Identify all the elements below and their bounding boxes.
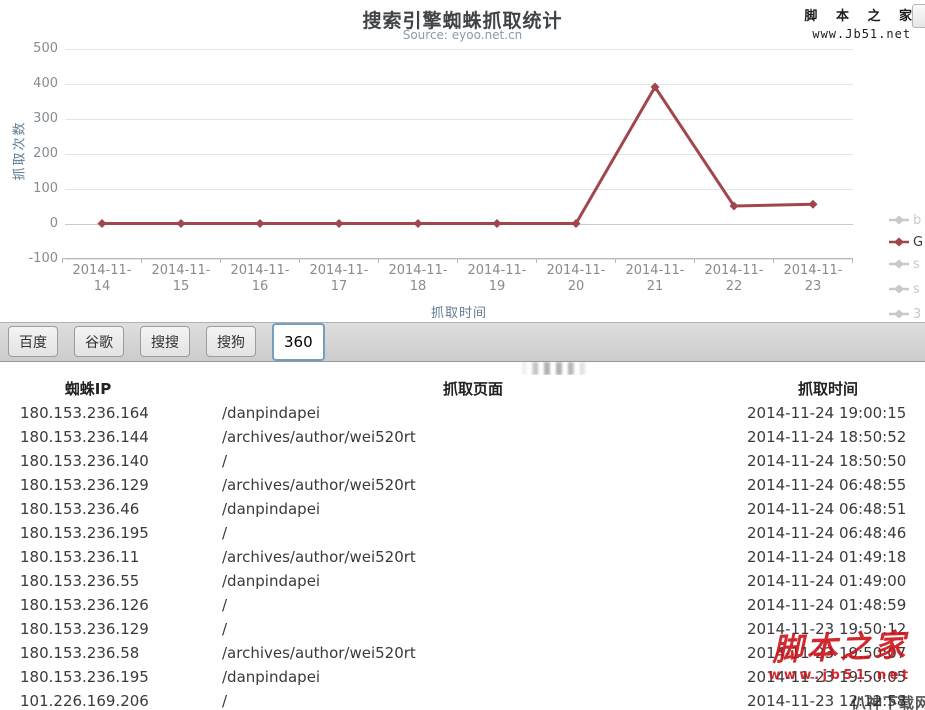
page-cell: /danpindapei (222, 572, 320, 590)
tab-百度[interactable]: 百度 (8, 326, 58, 357)
data-point-marker (256, 219, 265, 228)
legend-label: G (913, 235, 923, 250)
time-cell: 2014-11-24 18:50:50 (747, 452, 906, 470)
legend-label: s (913, 282, 920, 297)
spider-ip-cell: 180.153.236.140 (20, 452, 149, 470)
page-cell: / (222, 692, 227, 710)
column-header-page: 抓取页面 (443, 378, 503, 399)
time-cell: 2014-11-24 01:49:00 (747, 572, 906, 590)
spider-ip-cell: 180.153.236.129 (20, 620, 149, 638)
artifact-smudge (520, 362, 590, 375)
time-cell: 2014-11-23 19:50:07 (747, 644, 906, 662)
legend-label: 3 (913, 307, 921, 322)
spider-crawl-chart: 搜索引擎蜘蛛抓取统计 Source: eyoo.net.cn 抓取次数 5004… (0, 0, 925, 318)
spider-ip-cell: 101.226.169.206 (20, 692, 149, 710)
legend-marker-icon (888, 283, 910, 295)
legend-label: b (913, 213, 921, 228)
tab-360[interactable]: 360 (272, 323, 325, 361)
spider-ip-cell: 180.153.236.129 (20, 476, 149, 494)
tab-谷歌[interactable]: 谷歌 (74, 326, 124, 357)
spider-ip-cell: 180.153.236.195 (20, 524, 149, 542)
data-point-marker (335, 219, 344, 228)
tab-搜搜[interactable]: 搜搜 (140, 326, 190, 357)
page-cell: /danpindapei (222, 668, 320, 686)
page-cell: / (222, 620, 227, 638)
legend-item-G[interactable]: G (888, 234, 923, 250)
time-cell: 2014-11-24 19:00:15 (747, 404, 906, 422)
watermark-top-title: 脚 本 之 家 (804, 5, 919, 24)
page-cell: /archives/author/wei520rt (222, 428, 416, 446)
legend-item-s[interactable]: s (888, 281, 920, 297)
table-row: 180.153.236.126 / 2014-11-24 01:48:59 (0, 594, 925, 618)
page-cell: / (222, 524, 227, 542)
table-row: 180.153.236.129/archives/author/wei520rt… (0, 474, 925, 498)
crawl-log-table: 蜘蛛IP 抓取页面 抓取时间 180.153.236.164/danpindap… (0, 362, 925, 710)
table-row: 180.153.236.140 / 2014-11-24 18:50:50 (0, 450, 925, 474)
page-cell: /archives/author/wei520rt (222, 644, 416, 662)
table-row: 180.153.236.11/archives/author/wei520rt 2… (0, 546, 925, 570)
page-cell: /archives/author/wei520rt (222, 476, 416, 494)
time-cell: 2014-11-24 06:48:46 (747, 524, 906, 542)
spider-ip-cell: 180.153.236.46 (20, 500, 139, 518)
page-cell: /danpindapei (222, 500, 320, 518)
table-row: 180.153.236.129 / 2014-11-23 19:50:12 (0, 618, 925, 642)
legend-marker-icon (888, 258, 910, 270)
data-point-marker (98, 219, 107, 228)
table-row: 180.153.236.46/danpindapei 2014-11-24 06:… (0, 498, 925, 522)
watermark-top-url: www.Jb51.net (804, 27, 919, 41)
legend-marker-icon (888, 236, 910, 248)
page-cell: / (222, 452, 227, 470)
spider-ip-cell: 180.153.236.164 (20, 404, 149, 422)
page-cell: / (222, 596, 227, 614)
table-row: 180.153.236.55/danpindapei 2014-11-24 01:… (0, 570, 925, 594)
series-line-360 (102, 87, 813, 224)
time-cell: 2014-11-24 01:49:18 (747, 548, 906, 566)
page-cell: /danpindapei (222, 404, 320, 422)
spider-ip-cell: 180.153.236.126 (20, 596, 149, 614)
legend-item-3[interactable]: 3 (888, 306, 921, 322)
time-cell: 2014-11-24 06:48:51 (747, 500, 906, 518)
legend-marker-icon (888, 308, 910, 320)
spider-ip-cell: 180.153.236.55 (20, 572, 139, 590)
data-point-marker (493, 219, 502, 228)
data-point-marker (414, 219, 423, 228)
page-cell: /archives/author/wei520rt (222, 548, 416, 566)
table-row: 180.153.236.164/danpindapei 2014-11-24 19… (0, 402, 925, 426)
spider-ip-cell: 180.153.236.58 (20, 644, 139, 662)
table-row: 180.153.236.144/archives/author/wei520rt… (0, 426, 925, 450)
legend-item-b[interactable]: b (888, 212, 921, 228)
column-header-time: 抓取时间 (798, 378, 858, 399)
time-cell: 2014-11-23 19:50:12 (747, 620, 906, 638)
spider-ip-cell: 180.153.236.195 (20, 668, 149, 686)
legend-item-s[interactable]: s (888, 256, 920, 272)
table-row: 101.226.169.206/2014-11-23 12:12:58 (0, 690, 925, 710)
time-cell: 2014-11-23 19:50:05 (747, 668, 906, 686)
table-row: 180.153.236.195 / 2014-11-24 06:48:46 (0, 522, 925, 546)
legend-marker-icon (888, 214, 910, 226)
tab-搜狗[interactable]: 搜狗 (206, 326, 256, 357)
time-cell: 2014-11-24 01:48:59 (747, 596, 906, 614)
time-cell: 2014-11-24 06:48:55 (747, 476, 906, 494)
column-header-spider-ip: 蜘蛛IP (65, 378, 112, 399)
spider-ip-cell: 180.153.236.11 (20, 548, 139, 566)
legend-label: s (913, 257, 920, 272)
watermark-bottom-right: 仈神下载网 (851, 692, 925, 710)
watermark-top-right: 脚 本 之 家 www.Jb51.net (804, 5, 919, 41)
search-engine-tabbar: 百度谷歌搜搜搜狗 360 (0, 322, 925, 362)
table-row: 180.153.236.58/archives/author/wei520rt 2… (0, 642, 925, 666)
series-svg (0, 0, 925, 318)
spider-ip-cell: 180.153.236.144 (20, 428, 149, 446)
data-point-marker (177, 219, 186, 228)
data-point-marker (809, 200, 818, 209)
time-cell: 2014-11-24 18:50:52 (747, 428, 906, 446)
table-row: 180.153.236.195/danpindapei 2014-11-23 19… (0, 666, 925, 690)
